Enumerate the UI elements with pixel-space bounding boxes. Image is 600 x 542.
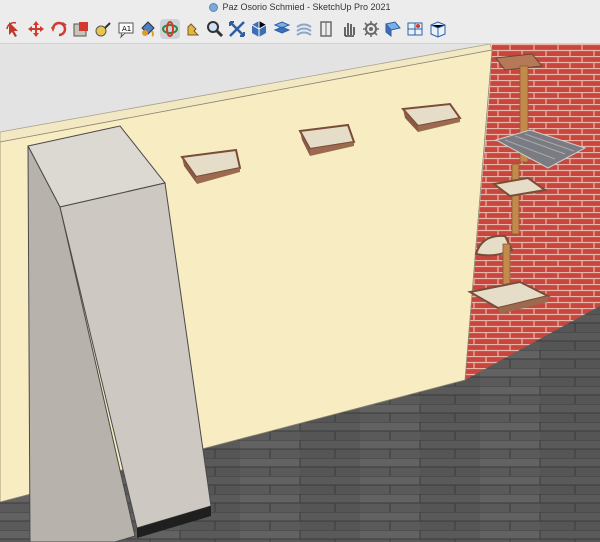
geo-location-icon <box>407 22 423 36</box>
pan-tool-button[interactable] <box>182 19 202 39</box>
settings-gear-tool-button[interactable] <box>361 19 381 39</box>
paint-bucket-tool-button[interactable] <box>138 19 158 39</box>
select-arrow-icon <box>6 21 18 37</box>
zoom-icon <box>206 21 223 38</box>
main-toolbar: A1 <box>0 14 600 44</box>
window-title-bar: Paz Osorio Schmied - SketchUp Pro 2021 <box>0 0 600 14</box>
document-icon <box>209 2 219 12</box>
move-icon <box>28 21 45 37</box>
model-scene[interactable] <box>0 44 600 542</box>
tape-measure-tool-button[interactable] <box>93 19 113 39</box>
pan-icon <box>187 23 200 36</box>
extension-warehouse-icon <box>430 21 446 38</box>
rotate-icon <box>50 21 67 37</box>
components-tool-button[interactable] <box>249 19 269 39</box>
orbit-tool-button[interactable] <box>160 19 181 39</box>
layers-tool-button[interactable] <box>294 19 314 39</box>
hand-tool-button[interactable] <box>339 19 359 39</box>
geo-location-tool-button[interactable] <box>405 19 425 39</box>
rotate-tool-button[interactable] <box>49 19 69 39</box>
match-photo-icon <box>385 21 402 38</box>
scale-tool-button[interactable] <box>71 19 91 39</box>
match-photo-tool-button[interactable] <box>383 19 403 39</box>
section-plane-icon <box>273 21 290 34</box>
section-plane-tool-button[interactable] <box>272 19 292 39</box>
window-title: Paz Osorio Schmied - SketchUp Pro 2021 <box>222 2 391 12</box>
display-section-tool-button[interactable] <box>316 19 336 39</box>
zoom-extents-tool-button[interactable] <box>227 19 247 39</box>
orbit-icon <box>162 21 179 37</box>
svg-text:A1: A1 <box>122 25 131 33</box>
layers-icon <box>296 23 312 36</box>
components-icon <box>252 21 267 37</box>
text-icon: A1 <box>118 22 133 39</box>
extension-warehouse-tool-button[interactable] <box>428 19 448 39</box>
select-arrow-tool-button[interactable] <box>4 19 24 39</box>
move-tool-button[interactable] <box>26 19 46 39</box>
display-section-icon <box>320 21 332 37</box>
tape-measure-icon <box>95 22 111 37</box>
3d-viewport[interactable] <box>0 44 600 542</box>
hand-icon <box>343 23 355 37</box>
zoom-tool-button[interactable] <box>205 19 225 39</box>
zoom-extents-icon <box>229 21 245 37</box>
paint-bucket-icon <box>141 21 155 37</box>
text-tool-button[interactable]: A1 <box>116 19 136 39</box>
settings-gear-icon <box>362 21 379 37</box>
scale-icon <box>73 22 88 37</box>
